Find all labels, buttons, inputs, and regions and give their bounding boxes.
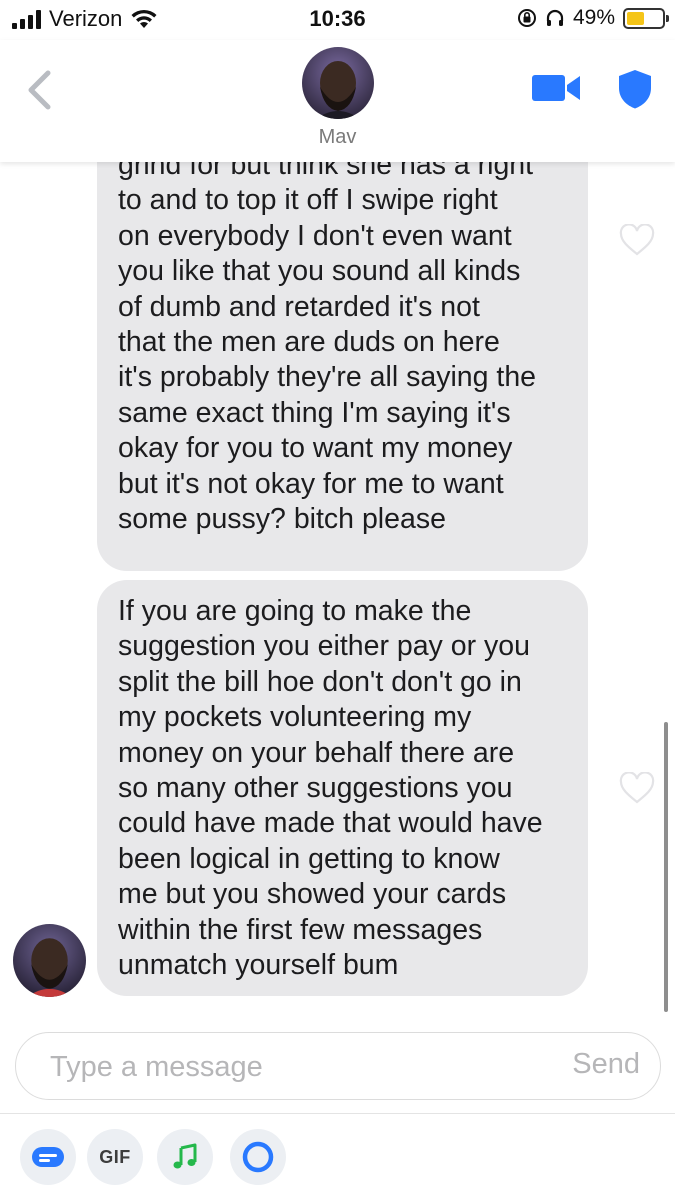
headphones-icon bbox=[546, 9, 564, 26]
loops-icon bbox=[242, 1141, 274, 1173]
like-heart-icon[interactable] bbox=[619, 224, 655, 256]
gif-button[interactable]: GIF bbox=[87, 1129, 143, 1185]
message-composer: Send bbox=[15, 1032, 661, 1100]
music-icon bbox=[173, 1143, 197, 1169]
match-avatar[interactable] bbox=[302, 47, 374, 119]
match-name[interactable]: Mav bbox=[0, 126, 675, 149]
like-heart-icon[interactable] bbox=[619, 772, 655, 804]
message-text: If you are going to make the suggestion … bbox=[118, 595, 543, 982]
video-call-icon[interactable] bbox=[532, 72, 582, 104]
toolbar-divider bbox=[0, 1113, 675, 1114]
battery-icon bbox=[623, 7, 669, 29]
music-button[interactable] bbox=[157, 1129, 213, 1185]
status-bar: Verizon 10:36 49% bbox=[0, 0, 675, 40]
orientation-lock-icon bbox=[517, 9, 536, 27]
gif-icon: GIF bbox=[99, 1146, 131, 1167]
sticker-icon bbox=[32, 1147, 64, 1167]
message-bubble[interactable]: If you are going to make the suggestion … bbox=[97, 580, 588, 996]
message-bubble[interactable]: grind for but think she has a right to a… bbox=[97, 162, 588, 571]
message-thread[interactable]: grind for but think she has a right to a… bbox=[0, 162, 675, 1028]
sticker-button[interactable] bbox=[20, 1129, 76, 1185]
back-chevron-icon[interactable] bbox=[22, 68, 56, 112]
message-text: grind for but think she has a right to a… bbox=[118, 162, 537, 536]
send-button[interactable]: Send bbox=[572, 1048, 640, 1081]
loops-button[interactable] bbox=[230, 1129, 286, 1185]
battery-percent: 49% bbox=[572, 6, 615, 29]
sender-avatar[interactable] bbox=[13, 924, 86, 997]
safety-shield-icon[interactable] bbox=[616, 68, 654, 110]
chat-header: Mav bbox=[0, 40, 675, 162]
scrollbar[interactable] bbox=[664, 722, 668, 1012]
battery-fill bbox=[627, 11, 644, 25]
status-right: 49% bbox=[517, 6, 669, 30]
message-input[interactable] bbox=[50, 1045, 530, 1089]
